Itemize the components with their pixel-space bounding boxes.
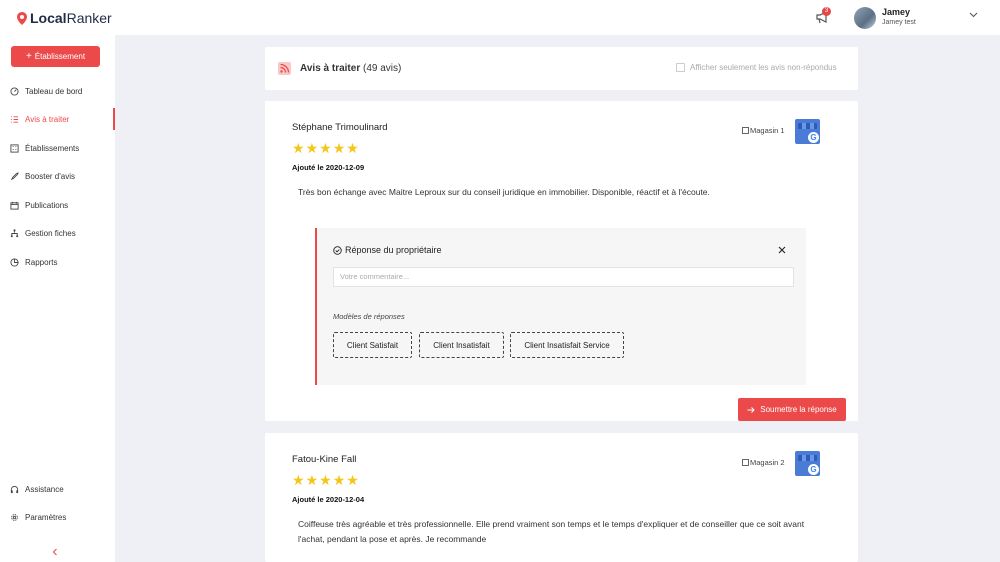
unanswered-filter-label: Afficher seulement les avis non-répondus <box>690 63 837 72</box>
calendar-icon <box>10 201 19 210</box>
review-card: Stéphane Trimoulinard ★ ★ ★ ★ ★ Ajouté le 20… <box>265 101 858 421</box>
reply-title: Réponse du propriétaire <box>333 245 442 255</box>
headset-icon <box>10 485 19 493</box>
sidebar-item-publications[interactable]: Publications <box>0 194 115 216</box>
owner-reply-panel: Réponse du propriétaire Modèles de répon… <box>315 228 806 385</box>
store-name: Magasin 2 <box>750 458 785 467</box>
google-my-business-icon: G <box>795 119 820 144</box>
close-icon[interactable] <box>778 246 786 254</box>
store-icon <box>742 127 749 134</box>
add-establishment-label: Établissement <box>34 52 86 61</box>
star-icon: ★ <box>319 472 332 488</box>
sidebar-item-establishments[interactable]: Établissements <box>0 137 115 159</box>
review-date: Ajouté le 2020-12-09 <box>292 163 365 172</box>
store-label: Magasin 1 <box>742 126 785 135</box>
star-rating: ★ ★ ★ ★ ★ <box>292 473 359 487</box>
star-icon: ★ <box>332 140 346 156</box>
user-account: Jamey test <box>882 19 916 26</box>
template-unsatisfied-service-button[interactable]: Client Insatisfait Service <box>510 332 624 358</box>
user-name: Jamey <box>882 7 911 17</box>
sidebar-item-reports[interactable]: Rapports <box>0 251 115 273</box>
review-date: Ajouté le 2020-12-04 <box>292 495 365 504</box>
store-name: Magasin 1 <box>750 126 785 135</box>
sitemap-icon <box>10 228 19 237</box>
reply-title-text: Réponse du propriétaire <box>345 245 442 255</box>
review-card: Fatou-Kine Fall ★ ★ ★ ★ ★ Ajouté le 2020-12-… <box>265 433 858 562</box>
sidebar-item-label: Paramètres <box>25 512 67 522</box>
reviewer-name: Fatou-Kine Fall <box>292 454 357 465</box>
sidebar-item-label: Tableau de bord <box>25 86 83 96</box>
brand-ranker: Ranker <box>66 10 112 26</box>
rocket-icon <box>10 171 19 180</box>
star-icon: ★ <box>346 140 359 156</box>
star-icon: ★ <box>305 472 319 488</box>
collapse-sidebar-icon[interactable] <box>50 547 60 557</box>
dashboard-icon <box>10 86 19 96</box>
rss-icon <box>278 62 291 75</box>
top-bar: Local Ranker 3 Jamey Jamey test <box>0 0 1000 35</box>
page-title: Avis à traiter (49 avis) <box>300 63 401 74</box>
avatar[interactable] <box>854 7 876 29</box>
sidebar-item-label: Rapports <box>25 257 58 267</box>
star-icon: ★ <box>319 140 332 156</box>
store-icon <box>742 459 749 466</box>
sidebar-item-label: Avis à traiter <box>25 114 70 124</box>
reply-comment-input[interactable] <box>333 267 794 287</box>
sidebar-item-listings[interactable]: Gestion fiches <box>0 222 115 244</box>
sidebar: + Établissement Tableau de bord Avis à tr… <box>0 35 115 562</box>
plus-icon: + <box>25 51 32 62</box>
check-circle-icon <box>333 245 342 255</box>
star-icon: ★ <box>292 472 305 488</box>
arrow-right-icon <box>747 406 755 413</box>
add-establishment-button[interactable]: + Établissement <box>11 46 100 67</box>
sidebar-item-support[interactable]: Assistance <box>0 478 115 500</box>
review-text: Coiffeuse très agréable et très professi… <box>298 519 805 544</box>
sidebar-item-label: Établissements <box>25 143 80 153</box>
store-label: Magasin 2 <box>742 458 785 467</box>
sidebar-item-label: Gestion fiches <box>25 228 76 238</box>
map-pin-icon <box>17 11 27 25</box>
unanswered-filter-checkbox[interactable] <box>676 63 685 72</box>
star-icon: ★ <box>305 140 319 156</box>
google-my-business-icon: G <box>795 451 820 476</box>
gear-icon <box>11 513 18 521</box>
notification-badge: 3 <box>822 7 831 16</box>
review-count: (49 avis) <box>363 63 402 74</box>
sidebar-item-label: Assistance <box>25 484 64 494</box>
template-unsatisfied-button[interactable]: Client Insatisfait <box>419 332 504 358</box>
list-icon <box>10 115 19 123</box>
star-icon: ★ <box>346 472 359 488</box>
submit-reply-button[interactable]: Soumettre la réponse <box>738 398 846 421</box>
page-title-text: Avis à traiter <box>300 63 361 74</box>
template-satisfied-button[interactable]: Client Satisfait <box>333 332 412 358</box>
sidebar-item-dashboard[interactable]: Tableau de bord <box>0 80 115 102</box>
submit-reply-label: Soumettre la réponse <box>760 405 837 414</box>
pie-chart-icon <box>10 257 19 267</box>
building-icon <box>10 143 19 153</box>
sidebar-item-reviews[interactable]: Avis à traiter <box>0 108 115 130</box>
review-text: Très bon échange avec Maitre Leproux sur… <box>298 187 710 197</box>
sidebar-item-booster[interactable]: Booster d'avis <box>0 165 115 187</box>
sidebar-item-label: Booster d'avis <box>25 171 75 181</box>
chevron-down-icon[interactable] <box>969 12 978 18</box>
logo[interactable]: Local Ranker <box>17 10 112 26</box>
reviewer-name: Stéphane Trimoulinard <box>292 122 388 133</box>
star-icon: ★ <box>292 140 305 156</box>
star-icon: ★ <box>332 472 346 488</box>
star-rating: ★ ★ ★ ★ ★ <box>292 141 359 155</box>
reviews-header: Avis à traiter (49 avis) Afficher seulem… <box>265 47 858 90</box>
brand-local: Local <box>30 10 67 26</box>
templates-label: Modèles de réponses <box>333 312 405 321</box>
sidebar-item-label: Publications <box>25 200 69 210</box>
sidebar-item-settings[interactable]: Paramètres <box>0 506 115 528</box>
